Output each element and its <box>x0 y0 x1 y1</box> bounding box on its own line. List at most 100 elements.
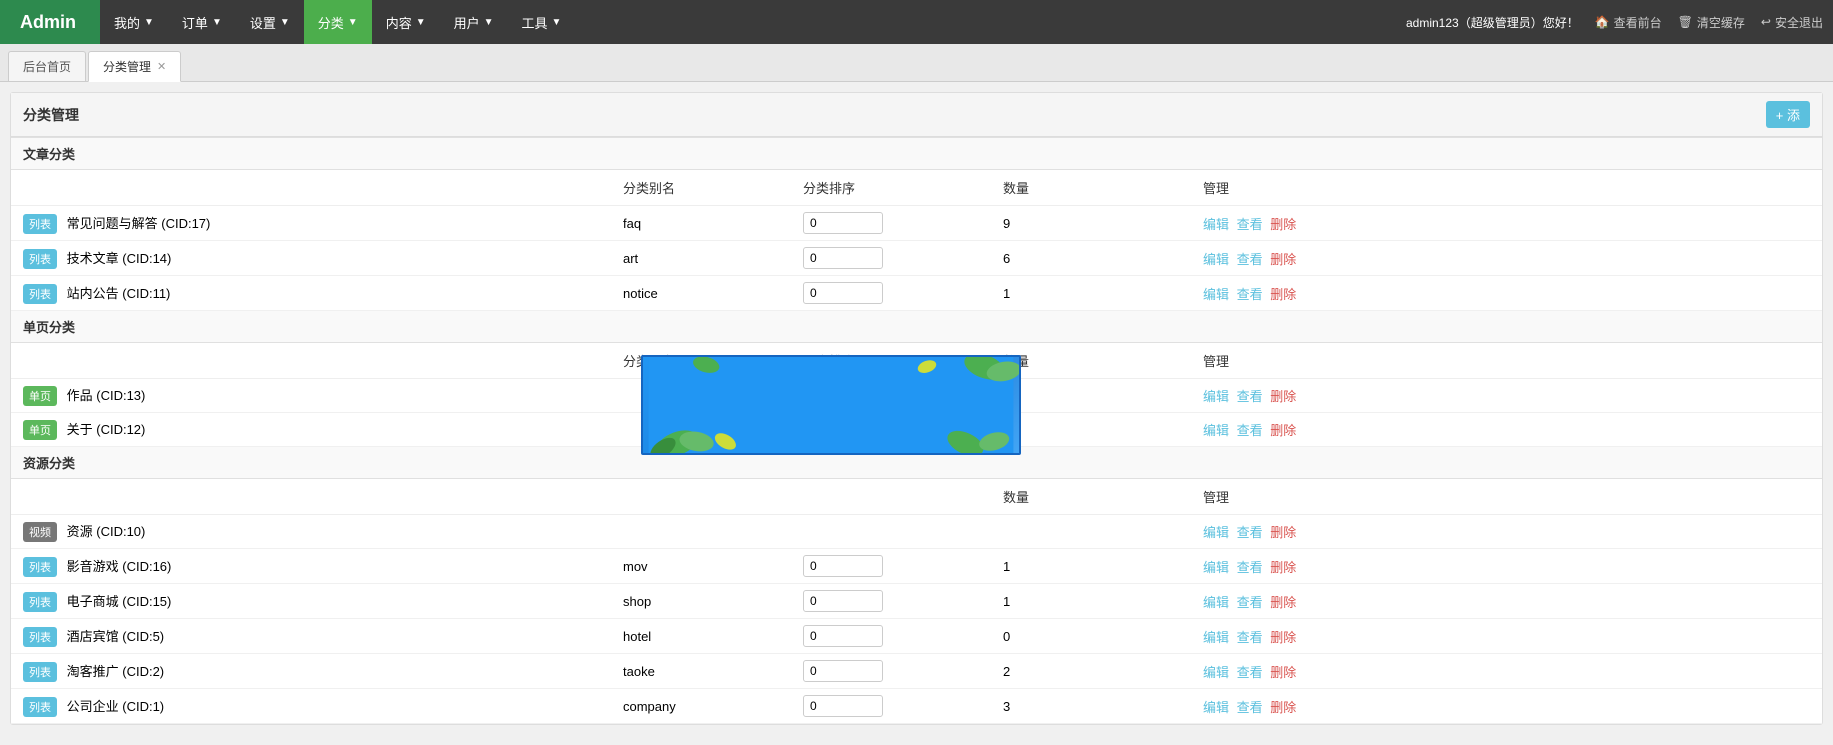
view-link-0-0[interactable]: 查看 <box>1237 217 1263 232</box>
del-link-2-5[interactable]: 删除 <box>1270 700 1296 715</box>
col-header-count2: 数量 <box>991 343 1191 379</box>
home-icon: 🏠 <box>1595 15 1610 29</box>
panel-title: 分类管理 <box>23 105 79 125</box>
nav-tools[interactable]: 工具 ▼ <box>508 0 576 44</box>
cat-count-2-1: 1 <box>991 549 1191 584</box>
nav-category[interactable]: 分类 ▼ <box>304 0 372 44</box>
edit-link-2-2[interactable]: 编辑 <box>1203 595 1229 610</box>
cat-order-2-4[interactable] <box>791 654 991 689</box>
cat-order-0-0[interactable] <box>791 206 991 241</box>
edit-link-0-1[interactable]: 编辑 <box>1203 252 1229 267</box>
cat-count-2-0 <box>991 515 1191 549</box>
cat-name-0-0: 列表 常见问题与解答 (CID:17) <box>11 206 611 241</box>
logout-link[interactable]: ↩ 安全退出 <box>1761 14 1823 31</box>
clear-cache-link[interactable]: 🗑 清空缓存 <box>1678 14 1745 31</box>
nav-settings[interactable]: 设置 ▼ <box>236 0 304 44</box>
cat-order-0-1[interactable] <box>791 241 991 276</box>
order-input-2-3[interactable] <box>803 625 883 647</box>
cat-order-2-3[interactable] <box>791 619 991 654</box>
edit-link-2-4[interactable]: 编辑 <box>1203 665 1229 680</box>
cat-alias-0-1: art <box>611 241 791 276</box>
edit-link-1-1[interactable]: 编辑 <box>1203 423 1229 438</box>
nav-user[interactable]: 用户 ▼ <box>440 0 508 44</box>
cat-alias-2-4: taoke <box>611 654 791 689</box>
edit-link-1-0[interactable]: 编辑 <box>1203 389 1229 404</box>
cat-order-0-2[interactable] <box>791 276 991 311</box>
view-link-2-3[interactable]: 查看 <box>1237 630 1263 645</box>
nav-order[interactable]: 订单 ▼ <box>168 0 236 44</box>
edit-link-2-0[interactable]: 编辑 <box>1203 525 1229 540</box>
nav-mine[interactable]: 我的 ▼ <box>100 0 168 44</box>
view-link-2-4[interactable]: 查看 <box>1237 665 1263 680</box>
view-link-0-1[interactable]: 查看 <box>1237 252 1263 267</box>
view-link-2-5[interactable]: 查看 <box>1237 700 1263 715</box>
cat-actions-2-1: 编辑 查看 删除 <box>1191 549 1822 584</box>
nav-content-arrow: ▼ <box>416 17 426 28</box>
cat-order-2-5[interactable] <box>791 689 991 724</box>
col-header-name3 <box>11 479 611 515</box>
cat-panel: 分类管理 + 添 文章分类 分类别名 分类排序 数量 管理 列表 <box>10 92 1823 725</box>
del-link-2-1[interactable]: 删除 <box>1270 560 1296 575</box>
section-article: 文章分类 <box>11 138 1822 170</box>
cat-order-2-2[interactable] <box>791 584 991 619</box>
cat-name-2-0: 视频 资源 (CID:10) <box>11 515 611 549</box>
edit-link-0-0[interactable]: 编辑 <box>1203 217 1229 232</box>
del-link-2-4[interactable]: 删除 <box>1270 665 1296 680</box>
order-input-2-2[interactable] <box>803 590 883 612</box>
order-input-0-1[interactable] <box>803 247 883 269</box>
badge-list: 列表 <box>23 627 57 647</box>
del-link-0-1[interactable]: 删除 <box>1270 252 1296 267</box>
nav-settings-arrow: ▼ <box>280 17 290 28</box>
del-link-2-0[interactable]: 删除 <box>1270 525 1296 540</box>
view-link-2-0[interactable]: 查看 <box>1237 525 1263 540</box>
cat-actions-2-2: 编辑 查看 删除 <box>1191 584 1822 619</box>
view-link-1-1[interactable]: 查看 <box>1237 423 1263 438</box>
section-single-page-label: 单页分类 <box>11 311 1822 343</box>
del-link-0-2[interactable]: 删除 <box>1270 287 1296 302</box>
cat-actions-1-1: 编辑 查看 删除 <box>1191 413 1822 447</box>
badge-list: 列表 <box>23 592 57 612</box>
nav-tools-arrow: ▼ <box>552 17 562 28</box>
view-link-2-1[interactable]: 查看 <box>1237 560 1263 575</box>
col-header-alias3 <box>611 479 791 515</box>
edit-link-2-3[interactable]: 编辑 <box>1203 630 1229 645</box>
col-header-count3: 数量 <box>991 479 1191 515</box>
nav-content[interactable]: 内容 ▼ <box>372 0 440 44</box>
del-link-2-2[interactable]: 删除 <box>1270 595 1296 610</box>
order-input-0-2[interactable] <box>803 282 883 304</box>
tab-cat-manage-close[interactable]: ✕ <box>157 60 166 73</box>
add-category-button[interactable]: + 添 <box>1766 101 1810 128</box>
tab-home[interactable]: 后台首页 <box>8 51 86 81</box>
trash-icon: 🗑 <box>1678 15 1693 29</box>
col-header-alias: 分类别名 <box>611 170 791 206</box>
edit-link-2-1[interactable]: 编辑 <box>1203 560 1229 575</box>
cat-count-1-0 <box>991 379 1191 413</box>
del-link-0-0[interactable]: 删除 <box>1270 217 1296 232</box>
order-input-2-4[interactable] <box>803 660 883 682</box>
view-link-2-2[interactable]: 查看 <box>1237 595 1263 610</box>
cat-actions-1-0: 编辑 查看 删除 <box>1191 379 1822 413</box>
col-header-manage2: 管理 <box>1191 343 1822 379</box>
cat-actions-2-0: 编辑 查看 删除 <box>1191 515 1822 549</box>
view-link-1-0[interactable]: 查看 <box>1237 389 1263 404</box>
tab-cat-manage[interactable]: 分类管理 ✕ <box>88 51 181 82</box>
cat-order-2-1[interactable] <box>791 549 991 584</box>
cat-order-2-0 <box>791 515 991 549</box>
order-input-2-5[interactable] <box>803 695 883 717</box>
cat-name-2-5: 列表 公司企业 (CID:1) <box>11 689 611 724</box>
del-link-1-1[interactable]: 删除 <box>1270 423 1296 438</box>
edit-link-0-2[interactable]: 编辑 <box>1203 287 1229 302</box>
section-article-label: 文章分类 <box>11 138 1822 170</box>
del-link-1-0[interactable]: 删除 <box>1270 389 1296 404</box>
view-link-0-2[interactable]: 查看 <box>1237 287 1263 302</box>
cat-alias-0-0: faq <box>611 206 791 241</box>
order-input-2-1[interactable] <box>803 555 883 577</box>
order-input-0-0[interactable] <box>803 212 883 234</box>
view-front-link[interactable]: 🏠 查看前台 <box>1595 14 1662 31</box>
del-link-2-3[interactable]: 删除 <box>1270 630 1296 645</box>
col-header-count: 数量 <box>991 170 1191 206</box>
cat-alias-2-2: shop <box>611 584 791 619</box>
cat-count-2-5: 3 <box>991 689 1191 724</box>
cat-count-1-1 <box>991 413 1191 447</box>
edit-link-2-5[interactable]: 编辑 <box>1203 700 1229 715</box>
